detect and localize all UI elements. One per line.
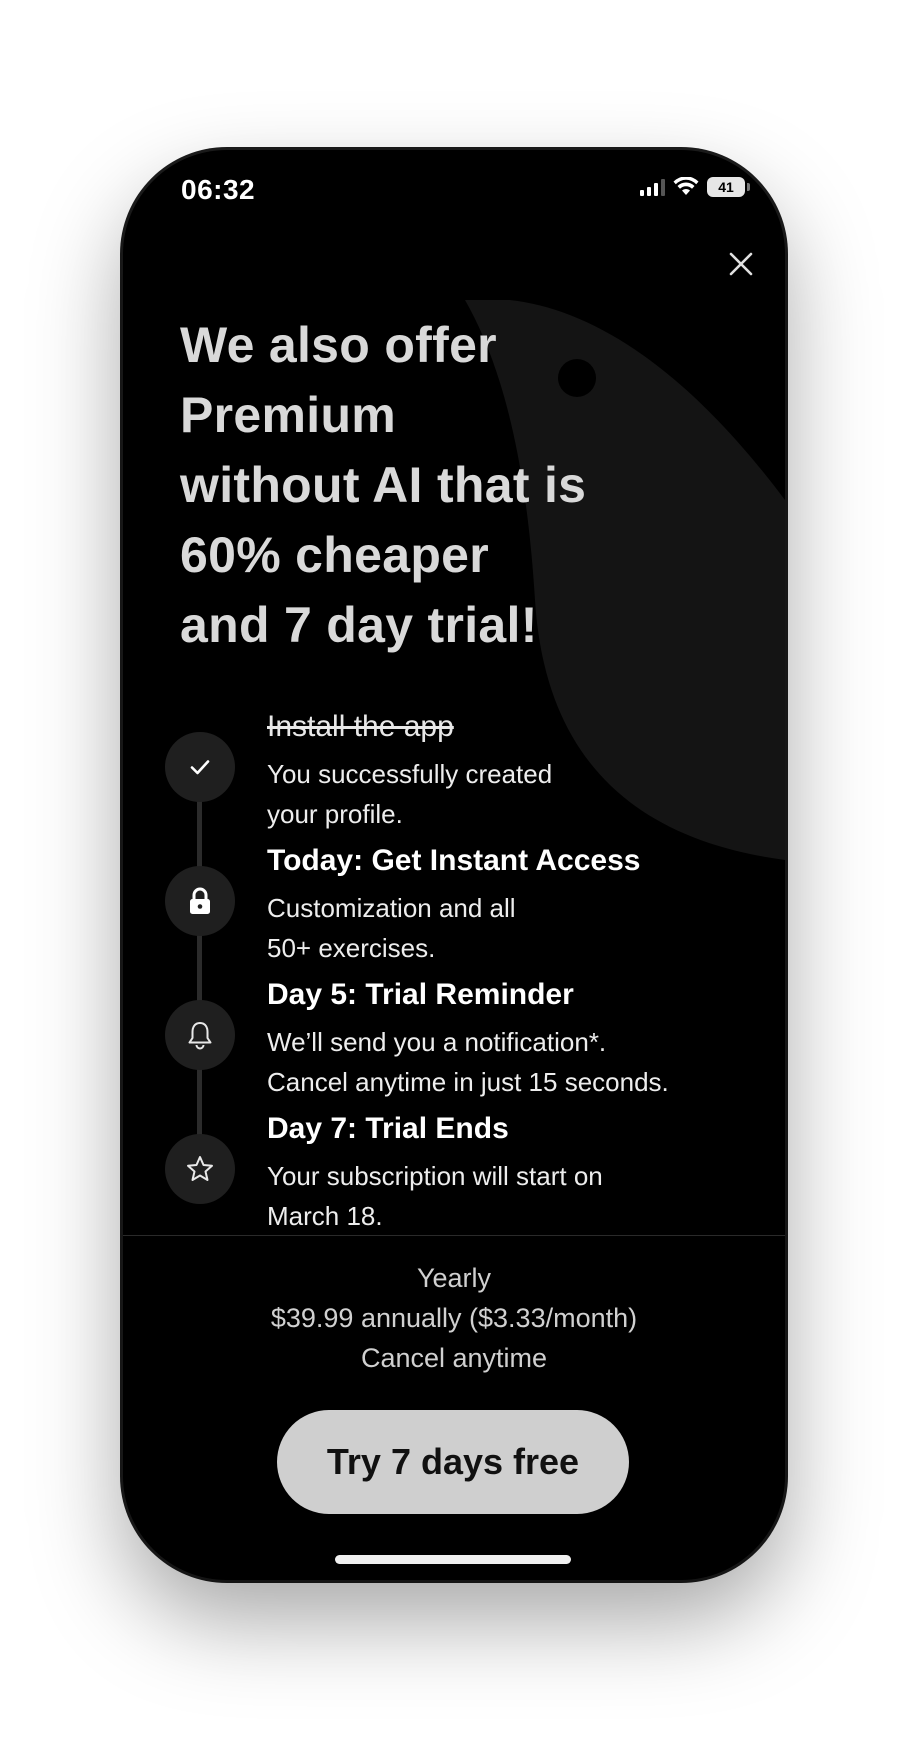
step-desc-line: your profile. [267,799,403,829]
step-description: Your subscription will start on March 18… [267,1156,603,1236]
step-desc-line: Cancel anytime in just 15 seconds. [267,1067,669,1097]
home-indicator [335,1555,571,1564]
phone-frame: 06:32 41 We also offer Premium without A… [123,150,785,1580]
step-desc-line: Customization and all [267,893,516,923]
try-free-button[interactable]: Try 7 days free [277,1410,629,1514]
lock-icon [165,866,235,936]
headline-line: We also offer [180,317,497,373]
bell-icon [165,1000,235,1070]
plan-name: Yearly [416,1263,492,1293]
plan-price: $39.99 annually ($3.33/month) [270,1303,638,1333]
cellular-signal-icon [640,178,665,196]
close-icon [729,252,753,276]
headline-line: and 7 day trial! [180,597,538,653]
step-desc-line: 50+ exercises. [267,933,436,963]
step-description: We’ll send you a notification*. Cancel a… [267,1022,669,1102]
step-title: Day 5: Trial Reminder [267,978,574,1011]
step-desc-line: You successfully created [267,759,553,789]
status-time: 06:32 [181,174,256,205]
divider [123,1235,785,1236]
status-icons: 41 [640,177,750,197]
headline-line: 60% cheaper [180,527,490,583]
headline-line: Premium [180,387,397,443]
plan-cancel-note: Cancel anytime [360,1343,548,1373]
wifi-icon [673,177,699,195]
headline: We also offer Premium without AI that is… [180,310,700,660]
step-title: Install the app [267,710,454,743]
close-button[interactable] [719,242,763,286]
headline-line: without AI that is [180,457,587,513]
screen: 06:32 41 We also offer Premium without A… [0,0,908,1740]
battery-icon: 41 [707,177,750,197]
step-description: Customization and all 50+ exercises. [267,888,516,968]
plan-summary: Yearly $39.99 annually ($3.33/month) Can… [123,1258,785,1378]
timeline-connector [197,770,202,1170]
star-icon [165,1134,235,1204]
step-title: Today: Get Instant Access [267,844,641,877]
step-desc-line: March 18. [267,1201,383,1231]
step-desc-line: We’ll send you a notification*. [267,1027,607,1057]
step-description: You successfully created your profile. [267,754,552,834]
step-desc-line: Your subscription will start on [267,1161,603,1191]
checkmark-icon [165,732,235,802]
step-title: Day 7: Trial Ends [267,1112,509,1145]
